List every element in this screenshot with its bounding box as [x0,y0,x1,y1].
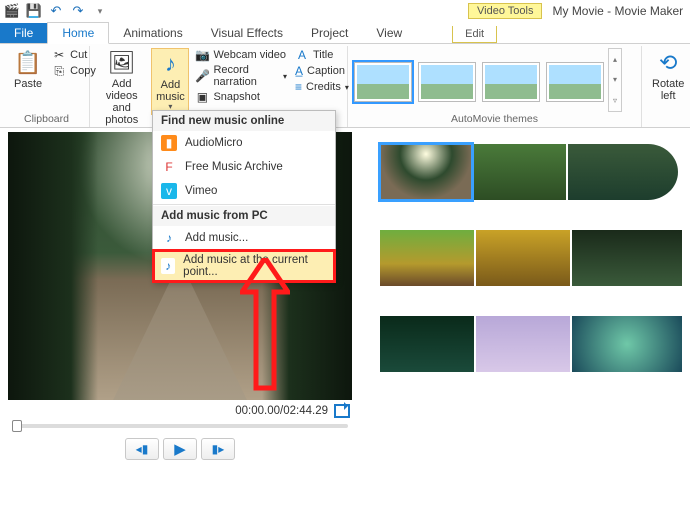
clip[interactable] [380,230,474,286]
group-rotate: ⟲ Rotate left [642,46,686,127]
paste-button[interactable]: 📋 Paste [10,48,46,92]
fma-icon: F [161,159,177,175]
automovie-theme[interactable] [354,62,412,102]
snapshot-icon: ▣ [195,90,209,104]
tab-edit[interactable]: Edit [452,26,497,43]
group-clipboard: 📋 Paste ✂Cut ⎘Copy Clipboard [4,46,90,127]
automovie-theme-list [354,58,604,102]
title-bar: 🎬 💾 ↶ ↷ ▾ Video Tools My Movie - Movie M… [0,0,690,22]
copy-icon: ⎘ [52,64,66,78]
rotate-left-icon: ⟲ [654,50,682,76]
clip-row [380,144,690,200]
prev-frame-button[interactable]: ◂▮ [125,438,159,460]
clip[interactable] [568,144,678,200]
group-automovie: ▴▾▿ AutoMovie themes [348,46,642,127]
app-icon: 🎬 [4,3,20,19]
mic-icon: 🎤 [195,69,209,83]
clip[interactable] [572,316,682,372]
automovie-theme[interactable] [482,62,540,102]
ribbon-tabs: File Home Animations Visual Effects Proj… [0,22,690,44]
paste-label: Paste [14,78,42,90]
storyboard[interactable] [360,128,690,509]
music-note-icon: ♪ [161,258,175,274]
contextual-tab-area: Video Tools My Movie - Movie Maker [468,3,683,19]
clip[interactable] [380,316,474,372]
webcam-icon: 📷 [195,48,209,62]
menu-item-add-music-at-point[interactable]: ♪Add music at the current point... [153,250,335,282]
clip-row [380,316,690,372]
group-label-clipboard: Clipboard [10,112,83,127]
ribbon: 📋 Paste ✂Cut ⎘Copy Clipboard 🖼 Add video… [0,44,690,128]
clip[interactable] [572,230,682,286]
credits-icon: ≡ [295,80,302,94]
menu-item-vimeo[interactable]: vVimeo [153,179,335,203]
tab-view[interactable]: View [362,23,416,43]
tab-project[interactable]: Project [297,23,362,43]
workspace: 00:00.00/02:44.29 ◂▮ ▶ ▮▸ [0,128,690,509]
menu-header-online: Find new music online [153,111,335,131]
add-music-button[interactable]: ♪ Add music ▾ [151,48,189,115]
vimeo-icon: v [161,183,177,199]
gallery-scroll[interactable]: ▴▾▿ [608,48,622,112]
cut-icon: ✂ [52,48,66,62]
scrub-bar[interactable] [8,422,352,430]
tab-home[interactable]: Home [47,22,109,44]
add-music-menu: Find new music online ▮AudioMicro FFree … [152,110,336,283]
menu-item-audiomicro[interactable]: ▮AudioMicro [153,131,335,155]
title-button[interactable]: ATitle [293,48,341,62]
tab-file[interactable]: File [0,23,47,43]
clip[interactable] [474,144,566,200]
quick-access-toolbar: 🎬 💾 ↶ ↷ ▾ [0,3,112,19]
photos-icon: 🖼 [108,50,136,76]
credits-button[interactable]: ≡Credits▾ [293,80,341,94]
timecode-row: 00:00.00/02:44.29 [8,400,352,422]
webcam-button[interactable]: 📷Webcam video [193,48,289,62]
redo-icon[interactable]: ↷ [70,3,86,19]
video-tools-label: Video Tools [468,3,542,19]
narration-button[interactable]: 🎤Record narration▾ [193,64,289,88]
menu-item-add-music[interactable]: ♪Add music... [153,226,335,250]
clip[interactable] [476,230,570,286]
tab-animations[interactable]: Animations [109,23,196,43]
group-label-automovie: AutoMovie themes [354,112,635,127]
menu-item-fma[interactable]: FFree Music Archive [153,155,335,179]
clip[interactable] [476,316,570,372]
play-button[interactable]: ▶ [163,438,197,460]
undo-icon[interactable]: ↶ [48,3,64,19]
paste-icon: 📋 [14,50,42,76]
playback-controls: ◂▮ ▶ ▮▸ [8,430,352,460]
chevron-down-icon: ▾ [283,72,287,81]
next-frame-button[interactable]: ▮▸ [201,438,235,460]
clip-row [380,230,690,286]
window-title: My Movie - Movie Maker [552,4,683,18]
tab-visual-effects[interactable]: Visual Effects [197,23,297,43]
automovie-theme[interactable] [546,62,604,102]
rotate-left-button[interactable]: ⟲ Rotate left [648,48,688,104]
add-videos-photos-button[interactable]: 🖼 Add videos and photos [96,48,147,128]
save-icon[interactable]: 💾 [26,3,42,19]
snapshot-button[interactable]: ▣Snapshot [193,90,289,104]
timecode: 00:00.00/02:44.29 [235,405,328,417]
menu-separator [153,204,335,205]
title-icon: A [295,48,309,62]
menu-header-pc: Add music from PC [153,206,335,226]
caption-button[interactable]: A̲Caption [293,64,341,78]
audiomicro-icon: ▮ [161,135,177,151]
music-note-icon: ♪ [161,230,177,246]
automovie-theme[interactable] [418,62,476,102]
caption-icon: A̲ [295,64,303,78]
scrub-thumb[interactable] [12,420,22,432]
fullscreen-icon[interactable] [334,404,350,418]
clip[interactable] [380,144,472,200]
qat-dropdown-icon[interactable]: ▾ [92,3,108,19]
music-icon: ♪ [156,51,184,77]
